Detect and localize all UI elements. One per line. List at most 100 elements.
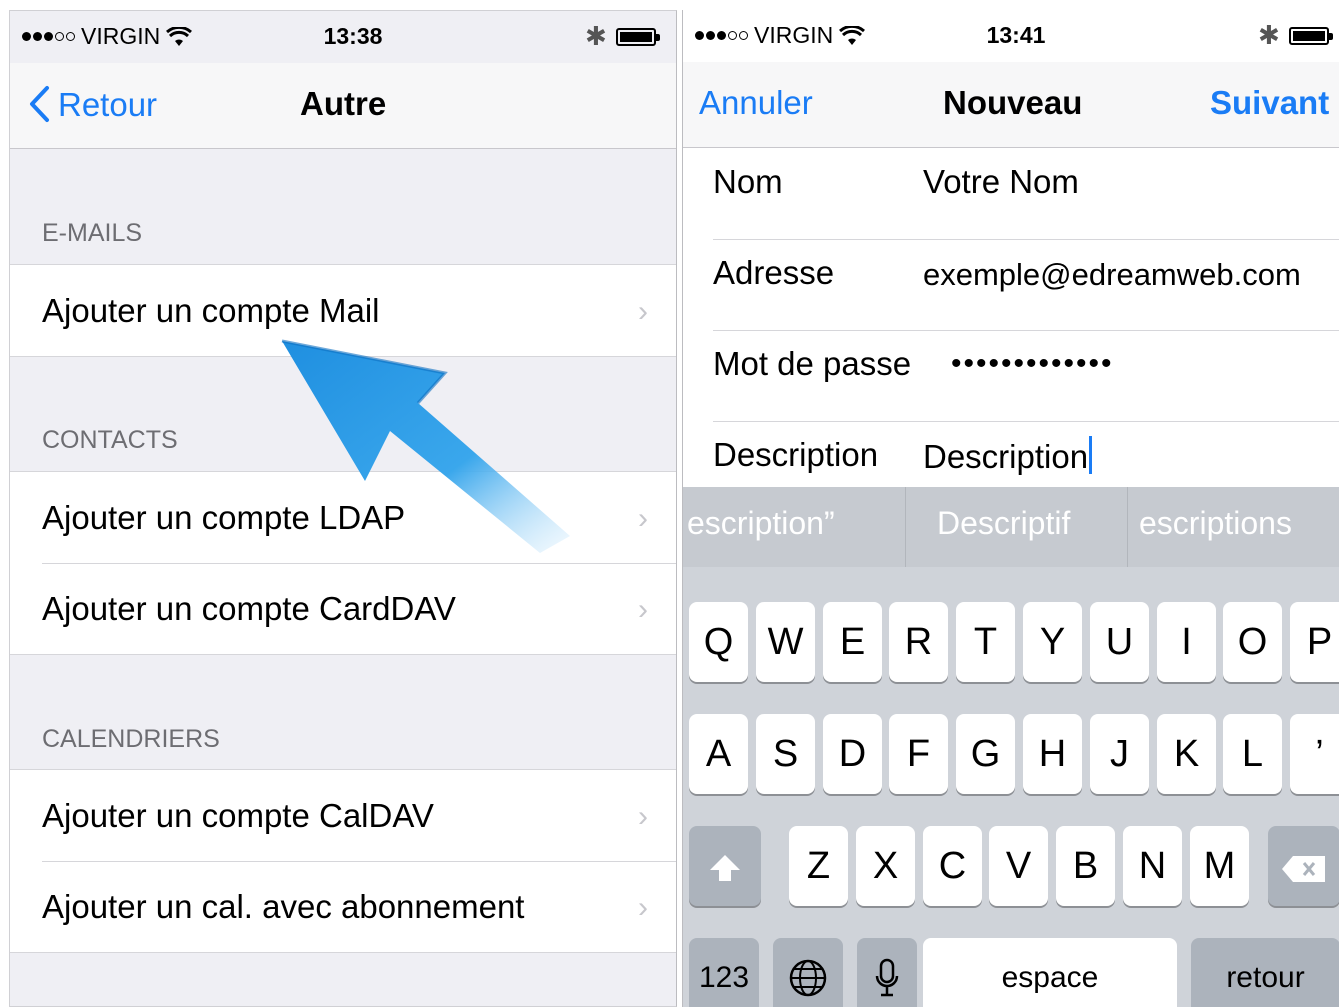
group-emails: Ajouter un compte Mail › [10, 264, 676, 357]
list-item-add-caldav-account[interactable]: Ajouter un compte CalDAV › [10, 770, 676, 861]
key-row1-5[interactable]: Y [1023, 602, 1082, 682]
shift-arrow-icon [710, 855, 740, 881]
list-item-add-mail-account[interactable]: Ajouter un compte Mail › [10, 265, 676, 356]
key-row1-2[interactable]: E [823, 602, 882, 682]
key-row1-6[interactable]: U [1090, 602, 1149, 682]
email-input[interactable]: exemple@edreamweb.com [923, 257, 1301, 293]
prediction-1[interactable]: escription” [687, 505, 835, 542]
key-row3-2[interactable]: C [923, 826, 982, 906]
keyboard: escription” Descriptif escriptions QWERT… [683, 487, 1339, 1007]
bluetooth-icon: ✱ [585, 21, 607, 51]
globe-icon [789, 959, 827, 997]
battery-icon [616, 28, 660, 46]
key-row1-7[interactable]: I [1157, 602, 1216, 682]
password-input[interactable]: ••••••••••••• [951, 347, 1114, 381]
address-label: Adresse [713, 254, 835, 291]
description-input[interactable]: Description [923, 436, 1093, 476]
chevron-right-icon: › [638, 891, 648, 924]
list-item-label: Ajouter un compte Mail [42, 291, 380, 329]
navigation-bar: Annuler Nouveau Suivant [683, 62, 1339, 148]
chevron-right-icon: › [638, 593, 648, 626]
list-item-add-carddav-account[interactable]: Ajouter un compte CardDAV › [10, 563, 676, 654]
key-row3-3[interactable]: V [989, 826, 1048, 906]
cancel-button[interactable]: Annuler [699, 84, 813, 122]
clock: 13:38 [323, 23, 383, 49]
backspace-icon [1282, 856, 1325, 882]
key-row2-7[interactable]: K [1157, 714, 1216, 794]
key-row2-8[interactable]: L [1223, 714, 1282, 794]
key-row1-1[interactable]: W [756, 602, 815, 682]
section-header-calendars: CALENDRIERS [42, 725, 220, 753]
space-key[interactable]: espace [923, 938, 1177, 1007]
description-label: Description [713, 436, 879, 473]
chevron-right-icon: › [638, 295, 648, 328]
list-item-label: Ajouter un compte CalDAV [42, 796, 434, 834]
predictive-bar: escription” Descriptif escriptions [683, 487, 1339, 567]
prediction-2[interactable]: Descriptif [937, 505, 1070, 542]
group-calendars: Ajouter un compte CalDAV › Ajouter un ca… [10, 769, 676, 953]
name-input[interactable]: Votre Nom [923, 163, 1079, 201]
clock: 13:41 [986, 22, 1046, 48]
password-field-row[interactable]: Mot de passe ••••••••••••• [713, 331, 1339, 422]
key-row2-6[interactable]: J [1090, 714, 1149, 794]
status-bar: VIRGIN 13:41 ✱ [683, 10, 1339, 62]
key-row2-5[interactable]: H [1023, 714, 1082, 794]
text-cursor [1089, 436, 1093, 474]
carrier-name: VIRGIN [81, 23, 161, 49]
description-input-value: Description [923, 438, 1089, 475]
key-row3-0[interactable]: Z [789, 826, 848, 906]
chevron-right-icon: › [638, 800, 648, 833]
bluetooth-icon: ✱ [1258, 20, 1280, 50]
key-row3-6[interactable]: M [1190, 826, 1249, 906]
key-row2-1[interactable]: S [756, 714, 815, 794]
key-row1-3[interactable]: R [889, 602, 948, 682]
section-header-emails: E-MAILS [42, 219, 143, 247]
key-row1-9[interactable]: P [1290, 602, 1339, 682]
list-item-label: Ajouter un compte LDAP [42, 498, 406, 536]
group-contacts: Ajouter un compte LDAP › Ajouter un comp… [10, 471, 676, 655]
signal-strength-icon [695, 31, 748, 40]
key-row1-4[interactable]: T [956, 602, 1015, 682]
list-item-label: Ajouter un compte CardDAV [42, 589, 456, 627]
microphone-icon [875, 958, 899, 997]
left-screen-settings-autre: VIRGIN 13:38 ✱ Retour Autre E-MAILS Ajou… [9, 10, 677, 1007]
wifi-icon [839, 25, 866, 45]
status-bar: VIRGIN 13:38 ✱ [10, 11, 676, 63]
key-row3-4[interactable]: B [1056, 826, 1115, 906]
list-item-label: Ajouter un cal. avec abonnement [42, 887, 525, 925]
wifi-icon [166, 26, 193, 46]
right-screen-new-account: VIRGIN 13:41 ✱ Annuler Nouveau Suivant N… [682, 10, 1339, 1007]
key-row2-3[interactable]: F [889, 714, 948, 794]
password-label: Mot de passe [713, 345, 912, 382]
prediction-3[interactable]: escriptions [1139, 505, 1292, 542]
key-row2-9[interactable]: ’ [1290, 714, 1339, 794]
back-button-label: Retour [58, 86, 158, 123]
list-item-add-subscribed-calendar[interactable]: Ajouter un cal. avec abonnement › [10, 861, 676, 952]
battery-icon [1289, 27, 1333, 45]
carrier-name: VIRGIN [754, 22, 834, 48]
key-row3-5[interactable]: N [1123, 826, 1182, 906]
list-item-add-ldap-account[interactable]: Ajouter un compte LDAP › [10, 472, 676, 563]
page-title: Autre [300, 85, 387, 122]
shift-key[interactable] [689, 826, 761, 906]
page-title: Nouveau [943, 84, 1083, 121]
section-header-contacts: CONTACTS [42, 426, 178, 454]
key-row2-2[interactable]: D [823, 714, 882, 794]
address-field-row[interactable]: Adresse exemple@edreamweb.com [713, 240, 1339, 331]
globe-key[interactable] [773, 938, 843, 1007]
delete-key[interactable] [1268, 826, 1339, 906]
numbers-key[interactable]: 123 [689, 938, 759, 1007]
chevron-left-icon [30, 86, 49, 122]
back-button[interactable]: Retour [28, 85, 157, 124]
dictation-key[interactable] [857, 938, 917, 1007]
key-row2-4[interactable]: G [956, 714, 1015, 794]
key-row2-0[interactable]: A [689, 714, 748, 794]
key-row3-1[interactable]: X [856, 826, 915, 906]
name-label: Nom [713, 163, 783, 200]
name-field-row[interactable]: Nom Votre Nom [713, 149, 1339, 240]
key-row1-0[interactable]: Q [689, 602, 748, 682]
chevron-right-icon: › [638, 502, 648, 535]
return-key[interactable]: retour [1191, 938, 1339, 1007]
next-button[interactable]: Suivant [1210, 84, 1329, 122]
key-row1-8[interactable]: O [1223, 602, 1282, 682]
